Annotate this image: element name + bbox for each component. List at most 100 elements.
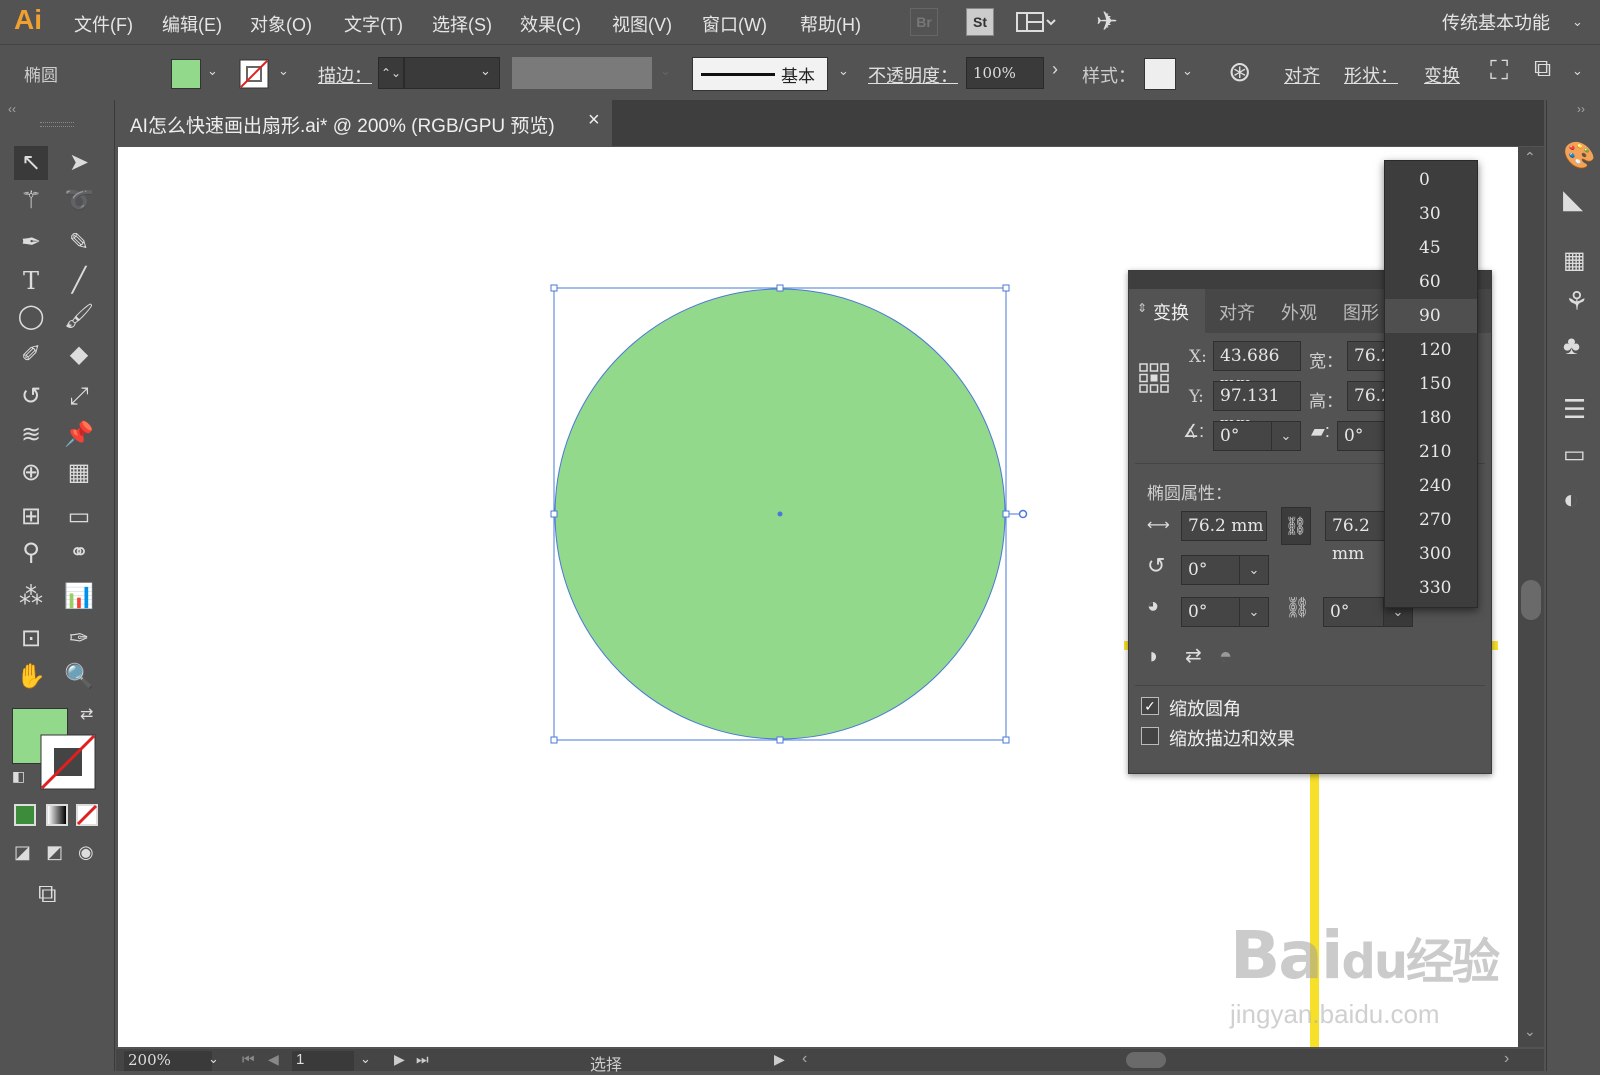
dropdown-option-selected[interactable]: 90 bbox=[1385, 299, 1477, 333]
stroke-weight-stepper[interactable]: ⌃⌄ bbox=[378, 57, 404, 89]
stroke-none-swatch[interactable] bbox=[239, 59, 269, 89]
artboard-tool-icon[interactable]: ⊡ bbox=[14, 622, 48, 656]
none-mode-icon[interactable] bbox=[76, 804, 98, 826]
menu-object[interactable]: 对象(O) bbox=[250, 11, 312, 37]
horizontal-scroll-thumb[interactable] bbox=[1126, 1052, 1166, 1068]
resize-handle[interactable] bbox=[550, 284, 558, 292]
menu-help[interactable]: 帮助(H) bbox=[800, 11, 861, 37]
tab-graphic-styles[interactable]: 图形 bbox=[1343, 299, 1379, 325]
scroll-down-icon[interactable]: ⌄ bbox=[1524, 1023, 1536, 1040]
reference-point-icon[interactable] bbox=[1139, 363, 1169, 393]
link-icon[interactable]: ⛓ bbox=[1281, 507, 1311, 545]
scroll-right-icon[interactable]: › bbox=[1504, 1050, 1509, 1068]
expand-panels-icon[interactable]: ›› bbox=[1577, 102, 1585, 116]
scroll-left-icon[interactable]: ‹ bbox=[802, 1050, 807, 1068]
resize-handle[interactable] bbox=[776, 284, 784, 292]
swap-fill-stroke-icon[interactable]: ⇄ bbox=[80, 704, 93, 724]
line-tool-icon[interactable]: ╱ bbox=[62, 264, 96, 298]
menu-window[interactable]: 窗口(W) bbox=[702, 11, 767, 37]
type-tool-icon[interactable]: T bbox=[14, 264, 48, 298]
direct-selection-tool-icon[interactable]: ➤ bbox=[62, 146, 96, 180]
stroke-label[interactable]: 描边： bbox=[318, 62, 372, 88]
reset-pie-icon[interactable]: ◓ bbox=[1219, 643, 1232, 669]
gradient-panel-icon[interactable]: ▭ bbox=[1563, 440, 1586, 469]
dropdown-option[interactable]: 30 bbox=[1385, 197, 1477, 231]
tab-transform[interactable]: ⇕ 变换 bbox=[1129, 289, 1205, 333]
swatches-panel-icon[interactable]: ▦ bbox=[1563, 246, 1586, 275]
draw-normal-icon[interactable]: ◪ bbox=[14, 842, 31, 863]
dropdown-option[interactable]: 270 bbox=[1385, 503, 1477, 537]
next-artboard-icon[interactable]: ▶ bbox=[394, 1051, 405, 1068]
selection-tool-icon[interactable]: ↖ bbox=[14, 146, 48, 180]
swap-pie-angles-icon[interactable]: ⇄ bbox=[1185, 643, 1202, 668]
pie-end-angle-input[interactable]: 0° bbox=[1323, 597, 1385, 627]
eyedropper-tool-icon[interactable]: ⚲ bbox=[14, 536, 48, 570]
shape-link[interactable]: 形状： bbox=[1344, 62, 1398, 88]
dropdown-option[interactable]: 300 bbox=[1385, 537, 1477, 571]
shaper-tool-icon[interactable]: ✐ bbox=[14, 338, 48, 372]
scale-strokes-checkbox[interactable] bbox=[1141, 727, 1159, 745]
fill-swatch[interactable] bbox=[171, 59, 201, 89]
isolate-group-icon[interactable]: ⛶ bbox=[1490, 55, 1508, 87]
eraser-tool-icon[interactable]: ◆ bbox=[62, 338, 96, 372]
blend-tool-icon[interactable]: ⚭ bbox=[62, 536, 96, 570]
chevron-down-icon[interactable]: ⌄ bbox=[1572, 63, 1583, 79]
mesh-tool-icon[interactable]: ⊞ bbox=[14, 500, 48, 534]
resize-handle[interactable] bbox=[1002, 510, 1010, 518]
pie-widget-handle[interactable] bbox=[1018, 509, 1028, 519]
workspace-switcher[interactable]: 传统基本功能 bbox=[1442, 9, 1550, 35]
dropdown-option[interactable]: 150 bbox=[1385, 367, 1477, 401]
variable-width-profile[interactable] bbox=[512, 57, 652, 89]
width-tool-icon[interactable]: ≋ bbox=[14, 418, 48, 452]
transform-link[interactable]: 变换 bbox=[1424, 62, 1460, 88]
rotate-angle-input[interactable]: 0° bbox=[1213, 421, 1273, 451]
pie-invert-icon[interactable]: ◗ bbox=[1147, 643, 1160, 669]
menu-view[interactable]: 视图(V) bbox=[612, 11, 672, 37]
brushes-panel-icon[interactable]: ⚘ bbox=[1565, 286, 1588, 317]
arrange-documents-icon[interactable] bbox=[1016, 12, 1056, 34]
vertical-scrollbar[interactable]: ⌃ ⌄ bbox=[1518, 147, 1544, 1047]
chevron-right-icon[interactable]: › bbox=[1052, 59, 1058, 80]
dropdown-option[interactable]: 240 bbox=[1385, 469, 1477, 503]
y-position-input[interactable]: 97.131 mm bbox=[1213, 381, 1301, 434]
close-icon[interactable]: × bbox=[588, 109, 600, 132]
chevron-down-icon[interactable]: ⌄ bbox=[1182, 63, 1193, 79]
chevron-down-icon[interactable]: ⌄ bbox=[480, 63, 491, 79]
previous-artboard-icon[interactable]: ◀ bbox=[268, 1051, 279, 1068]
x-position-input[interactable]: 43.686 mm bbox=[1213, 341, 1301, 394]
puppet-warp-tool-icon[interactable]: 📌 bbox=[62, 418, 96, 452]
chevron-down-icon[interactable]: ⌄ bbox=[1239, 555, 1269, 585]
dropdown-option[interactable]: 180 bbox=[1385, 401, 1477, 435]
draw-behind-icon[interactable]: ◩ bbox=[46, 842, 63, 863]
scale-corners-checkbox[interactable]: ✓ bbox=[1141, 697, 1159, 715]
screen-mode-icon[interactable]: ⧉ bbox=[38, 878, 57, 910]
gpu-performance-icon[interactable]: ✈ bbox=[1096, 6, 1118, 37]
chevron-down-icon[interactable]: ⌄ bbox=[1239, 597, 1269, 627]
default-fill-stroke-icon[interactable]: ◧ bbox=[12, 768, 25, 785]
chevron-down-icon[interactable]: ⌄ bbox=[1572, 14, 1583, 30]
status-menu-icon[interactable]: ▶ bbox=[774, 1051, 785, 1068]
paintbrush-tool-icon[interactable]: 🖌 bbox=[62, 300, 96, 334]
gradient-mode-icon[interactable] bbox=[46, 804, 68, 826]
dropdown-option[interactable]: 60 bbox=[1385, 265, 1477, 299]
brush-definition[interactable]: 基本 bbox=[692, 57, 828, 91]
menu-select[interactable]: 选择(S) bbox=[432, 11, 492, 37]
scale-tool-icon[interactable]: ⤢ bbox=[62, 380, 96, 414]
color-panel-icon[interactable]: 🎨 bbox=[1563, 140, 1595, 171]
perspective-grid-tool-icon[interactable]: ▦ bbox=[62, 456, 96, 490]
height-input[interactable]: 76.2 bbox=[1347, 381, 1392, 411]
curvature-tool-icon[interactable]: ✎ bbox=[62, 226, 96, 260]
chevron-down-icon[interactable]: ⌄ bbox=[207, 63, 218, 79]
magic-wand-tool-icon[interactable]: ⚚ bbox=[14, 184, 48, 218]
artboard-number-input[interactable]: 1 bbox=[292, 1051, 354, 1071]
recolor-artwork-icon[interactable]: ⊛ bbox=[1228, 55, 1251, 88]
scroll-up-icon[interactable]: ⌃ bbox=[1524, 149, 1536, 166]
stroke-panel-icon[interactable]: ☰ bbox=[1563, 394, 1586, 425]
scroll-thumb[interactable] bbox=[1521, 580, 1541, 620]
menu-type[interactable]: 文字(T) bbox=[344, 11, 403, 37]
ellipse-tool-icon[interactable]: ◯ bbox=[14, 300, 48, 334]
menu-edit[interactable]: 编辑(E) bbox=[162, 11, 222, 37]
resize-handle[interactable] bbox=[550, 736, 558, 744]
opacity-input[interactable]: 100% bbox=[966, 57, 1044, 89]
collapse-icon[interactable]: ‹‹ bbox=[8, 102, 16, 116]
